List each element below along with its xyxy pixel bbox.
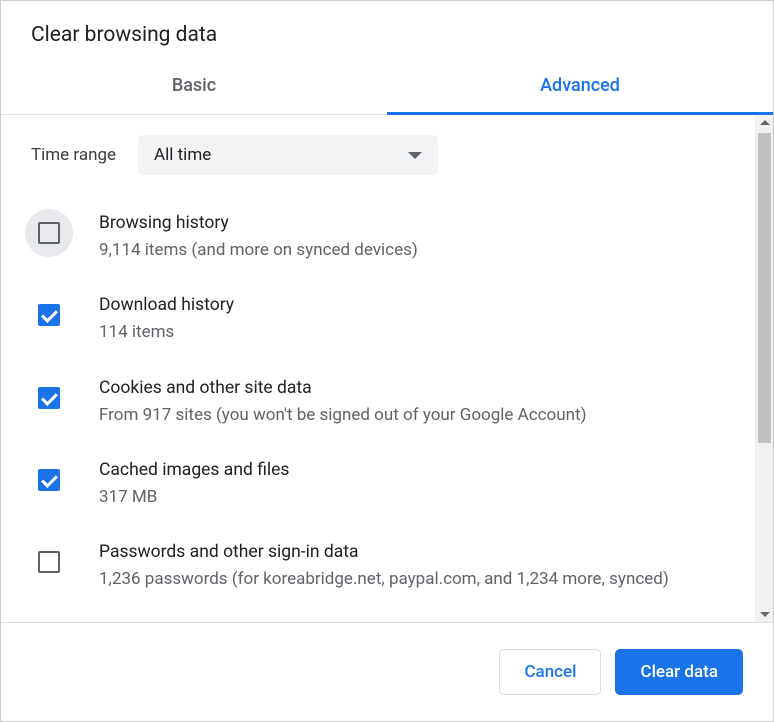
item-text: Cached images and files 317 MB — [99, 456, 741, 510]
options-list: Browsing history 9,114 items (and more o… — [1, 185, 755, 607]
time-range-value: All time — [154, 145, 211, 165]
cancel-button[interactable]: Cancel — [499, 649, 601, 695]
time-range-label: Time range — [31, 145, 116, 165]
time-range-row: Time range All time — [1, 115, 755, 185]
checkbox-icon — [38, 387, 60, 409]
item-download-history: Download history 114 items — [21, 277, 745, 359]
item-title: Cached images and files — [99, 460, 741, 480]
scrollbar[interactable] — [755, 115, 773, 622]
item-text: Cookies and other site data From 917 sit… — [99, 374, 741, 428]
item-subtitle: 317 MB — [99, 484, 741, 510]
tabs: Basic Advanced — [1, 59, 773, 115]
item-subtitle: 1,236 passwords (for koreabridge.net, pa… — [99, 566, 741, 592]
tab-basic[interactable]: Basic — [1, 59, 387, 114]
item-subtitle: 9,114 items (and more on synced devices) — [99, 237, 741, 263]
scrollbar-thumb[interactable] — [758, 133, 771, 443]
clear-browsing-data-dialog: Clear browsing data Basic Advanced Time … — [0, 0, 774, 722]
checkbox-browsing-history[interactable] — [25, 209, 73, 257]
scroll-area: Time range All time Browsing history 9,1… — [1, 115, 773, 622]
checkbox-icon — [38, 222, 60, 244]
item-subtitle: 114 items — [99, 319, 741, 345]
item-title: Cookies and other site data — [99, 378, 741, 398]
item-title: Passwords and other sign-in data — [99, 542, 741, 562]
item-title: Browsing history — [99, 213, 741, 233]
checkbox-cached[interactable] — [25, 456, 73, 504]
dialog-title: Clear browsing data — [1, 1, 773, 59]
item-text: Browsing history 9,114 items (and more o… — [99, 209, 741, 263]
chevron-down-icon — [408, 152, 422, 159]
checkbox-icon — [38, 469, 60, 491]
checkbox-icon — [38, 551, 60, 573]
item-text: Passwords and other sign-in data 1,236 p… — [99, 538, 741, 592]
checkbox-download-history[interactable] — [25, 291, 73, 339]
dialog-footer: Cancel Clear data — [1, 622, 773, 721]
checkbox-passwords[interactable] — [25, 538, 73, 586]
checkbox-cookies[interactable] — [25, 374, 73, 422]
item-cookies: Cookies and other site data From 917 sit… — [21, 360, 745, 442]
item-cached: Cached images and files 317 MB — [21, 442, 745, 524]
time-range-dropdown[interactable]: All time — [138, 135, 438, 175]
tab-advanced[interactable]: Advanced — [387, 59, 773, 115]
item-passwords: Passwords and other sign-in data 1,236 p… — [21, 524, 745, 606]
scroll-down-icon[interactable] — [760, 612, 770, 617]
scroll-up-icon[interactable] — [760, 120, 770, 125]
checkbox-icon — [38, 304, 60, 326]
item-browsing-history: Browsing history 9,114 items (and more o… — [21, 195, 745, 277]
item-subtitle: From 917 sites (you won't be signed out … — [99, 402, 741, 428]
clear-data-button[interactable]: Clear data — [615, 649, 743, 695]
item-text: Download history 114 items — [99, 291, 741, 345]
item-title: Download history — [99, 295, 741, 315]
content: Time range All time Browsing history 9,1… — [1, 115, 755, 622]
